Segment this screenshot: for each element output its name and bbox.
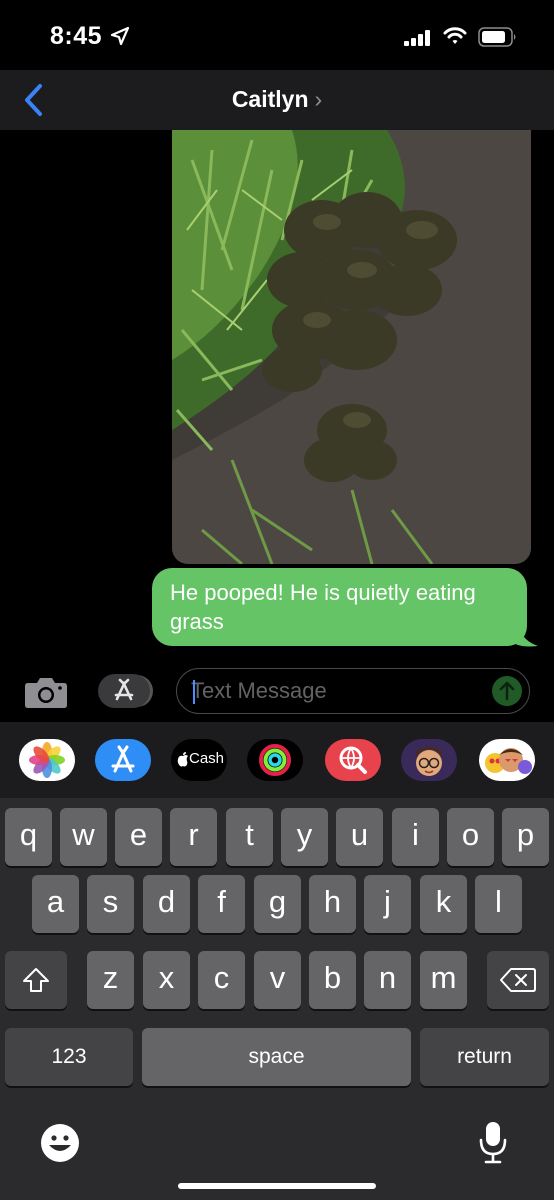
backspace-icon bbox=[500, 968, 536, 992]
app-store-icon bbox=[114, 678, 134, 701]
conversation-header: Caitlyn › bbox=[0, 70, 554, 130]
camera-icon[interactable] bbox=[24, 675, 68, 709]
grass-and-dirt-photo bbox=[172, 130, 531, 564]
key-a[interactable]: a bbox=[32, 875, 79, 933]
key-n[interactable]: n bbox=[364, 951, 411, 1009]
app-store-icon bbox=[111, 745, 135, 773]
key-y[interactable]: y bbox=[281, 808, 328, 866]
contact-name-button[interactable]: Caitlyn › bbox=[0, 86, 554, 113]
key-s[interactable]: s bbox=[87, 875, 134, 933]
key-c[interactable]: c bbox=[198, 951, 245, 1009]
key-o[interactable]: o bbox=[447, 808, 494, 866]
shift-key[interactable] bbox=[5, 951, 67, 1009]
apple-cash-app-button[interactable]: Cash bbox=[171, 739, 227, 781]
memoji-stickers-app-button[interactable] bbox=[479, 739, 535, 781]
send-arrow-icon bbox=[499, 681, 515, 701]
key-f[interactable]: f bbox=[198, 875, 245, 933]
key-l[interactable]: l bbox=[475, 875, 522, 933]
memoji-stickers-icon bbox=[485, 748, 532, 774]
delete-key[interactable] bbox=[487, 951, 549, 1009]
microphone-icon[interactable] bbox=[478, 1120, 508, 1164]
key-p[interactable]: p bbox=[502, 808, 549, 866]
key-g[interactable]: g bbox=[254, 875, 301, 933]
key-i[interactable]: i bbox=[392, 808, 439, 866]
contact-name: Caitlyn bbox=[231, 86, 309, 112]
key-q[interactable]: q bbox=[5, 808, 52, 866]
key-d[interactable]: d bbox=[143, 875, 190, 933]
return-key[interactable]: return bbox=[420, 1028, 549, 1086]
send-button[interactable] bbox=[492, 676, 522, 706]
activity-app-button[interactable] bbox=[247, 739, 303, 781]
photos-icon bbox=[29, 742, 65, 778]
key-j[interactable]: j bbox=[364, 875, 411, 933]
key-k[interactable]: k bbox=[420, 875, 467, 933]
key-u[interactable]: u bbox=[336, 808, 383, 866]
key-t[interactable]: t bbox=[226, 808, 273, 866]
home-indicator[interactable] bbox=[178, 1183, 376, 1189]
key-h[interactable]: h bbox=[309, 875, 356, 933]
key-w[interactable]: w bbox=[60, 808, 107, 866]
shift-arrow-icon bbox=[23, 968, 49, 992]
photos-app-button[interactable] bbox=[19, 739, 75, 781]
sent-message-bubble[interactable]: He pooped! He is quietly eating grass bbox=[152, 568, 527, 646]
text-message-input[interactable] bbox=[191, 677, 471, 705]
text-cursor bbox=[193, 680, 195, 704]
key-r[interactable]: r bbox=[170, 808, 217, 866]
photo-attachment[interactable] bbox=[172, 130, 531, 564]
imessage-app-tray: Cash bbox=[0, 722, 554, 798]
app-store-drawer-button[interactable] bbox=[98, 674, 150, 708]
message-text: He pooped! He is quietly eating grass bbox=[170, 580, 476, 634]
activity-rings-icon bbox=[259, 744, 291, 776]
app-store-app-button[interactable] bbox=[95, 739, 151, 781]
message-thread[interactable]: He pooped! He is quietly eating grass bbox=[0, 130, 554, 660]
key-b[interactable]: b bbox=[309, 951, 356, 1009]
key-m[interactable]: m bbox=[420, 951, 467, 1009]
apple-logo-icon bbox=[177, 752, 188, 767]
chevron-right-icon: › bbox=[314, 86, 323, 112]
space-key[interactable]: space bbox=[142, 1028, 411, 1086]
compose-bar bbox=[0, 660, 554, 722]
cash-label: Cash bbox=[189, 750, 225, 767]
text-message-field[interactable] bbox=[176, 668, 530, 714]
memoji-app-button[interactable] bbox=[401, 739, 457, 781]
wifi-icon bbox=[443, 27, 467, 44]
key-x[interactable]: x bbox=[143, 951, 190, 1009]
globe-search-icon bbox=[339, 746, 367, 774]
emoji-icon[interactable] bbox=[40, 1123, 80, 1163]
key-e[interactable]: e bbox=[115, 808, 162, 866]
numbers-key[interactable]: 123 bbox=[5, 1028, 133, 1086]
status-bar: 8:45 bbox=[0, 0, 554, 70]
cellular-signal-icon bbox=[404, 30, 430, 46]
battery-icon bbox=[478, 27, 516, 47]
keyboard: q w e r t y u i o p a s d f g h j k l z … bbox=[0, 798, 554, 1200]
key-v[interactable]: v bbox=[254, 951, 301, 1009]
image-search-app-button[interactable] bbox=[325, 739, 381, 781]
memoji-face-icon bbox=[401, 739, 457, 781]
bubble-tail bbox=[512, 622, 538, 647]
location-arrow-icon bbox=[110, 26, 130, 46]
status-time: 8:45 bbox=[50, 22, 103, 50]
key-z[interactable]: z bbox=[87, 951, 134, 1009]
